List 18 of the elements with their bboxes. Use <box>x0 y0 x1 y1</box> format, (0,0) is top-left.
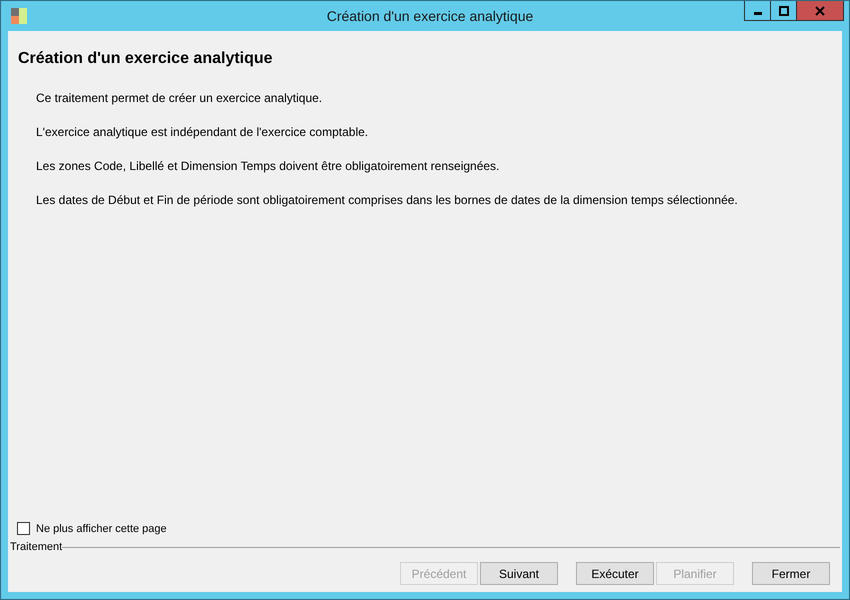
maximize-icon <box>778 6 788 16</box>
close-button[interactable] <box>796 1 844 21</box>
window-title: Création d'un exercice analytique <box>326 8 534 24</box>
checkbox-label: Ne plus afficher cette page <box>36 522 167 534</box>
action-button[interactable]: Suivant <box>480 562 558 585</box>
description-text: L'exercice analytique est indépendant de l'exercice comptable. <box>36 124 370 140</box>
description-text: Les dates de Début et Fin de période sont obligatoirement comprises dans les bornes de dates de la dimension temps sélectionnée. <box>36 192 739 208</box>
description-text: Les zones Code, Libellé et Dimension Temps doivent être obligatoirement renseignées. <box>36 158 500 174</box>
action-button[interactable]: Fermer <box>752 562 830 585</box>
minimize-button[interactable] <box>744 1 771 21</box>
app-icon <box>11 8 27 24</box>
group-label: Traitement <box>10 541 62 553</box>
checkbox[interactable] <box>17 522 30 535</box>
description-text: Ce traitement permet de créer un exercice analytique. <box>36 90 324 106</box>
close-icon <box>815 6 825 16</box>
minimize-icon <box>754 12 762 14</box>
action-button[interactable]: Exécuter <box>576 562 654 585</box>
page-heading: Création d'un exercice analytique <box>18 50 274 68</box>
